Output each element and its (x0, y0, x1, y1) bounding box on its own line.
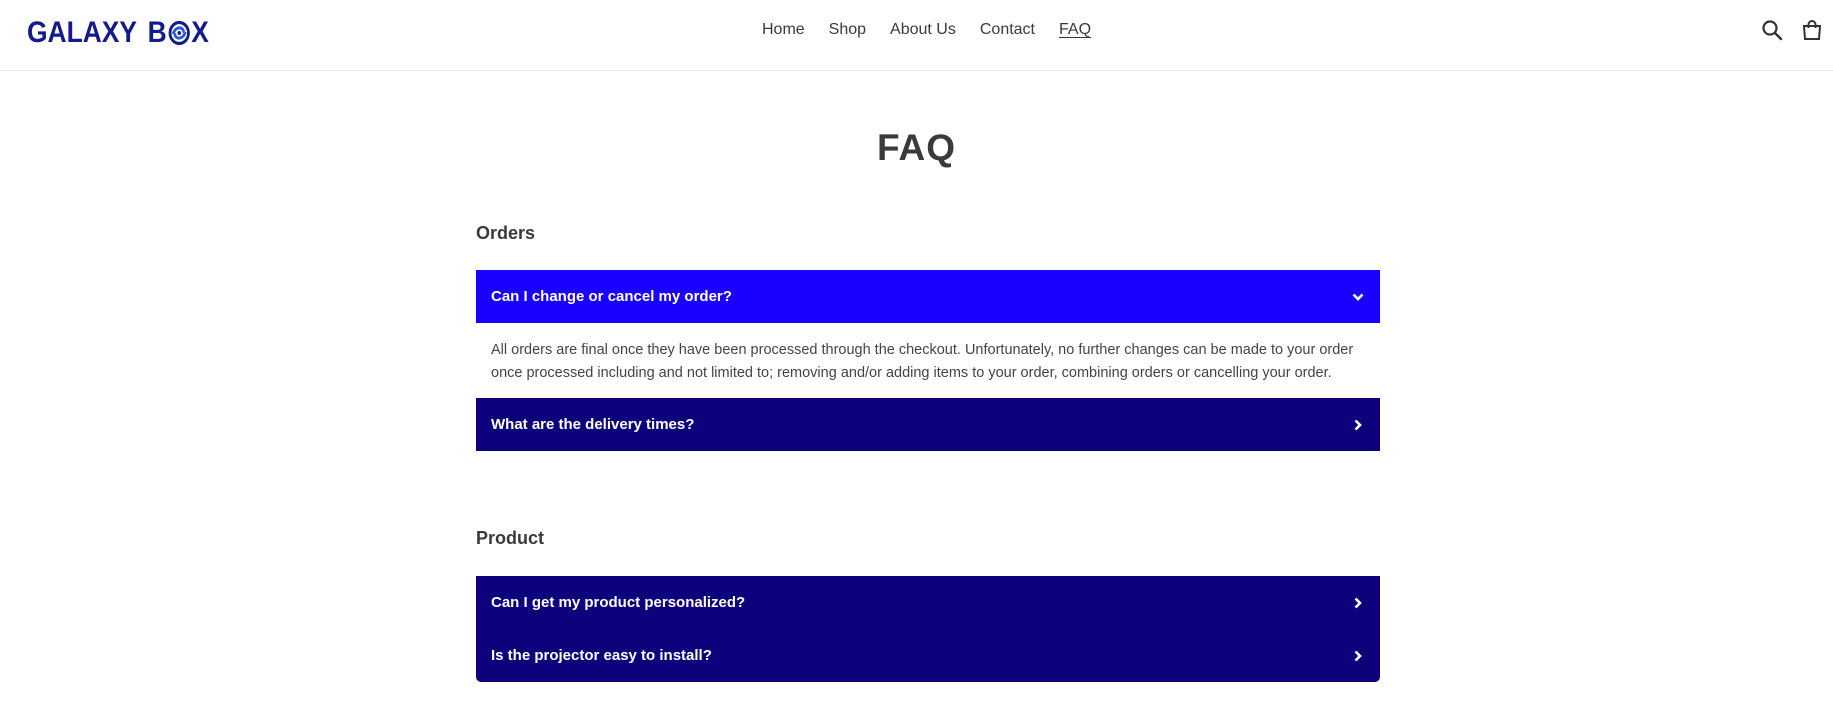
nav-about-us[interactable]: About Us (890, 21, 956, 39)
faq-question-label: Can I get my product personalized? (491, 594, 746, 611)
nav-shop[interactable]: Shop (829, 21, 866, 39)
faq-group-orders: Can I change or cancel my order? All ord… (476, 270, 1380, 451)
faq-question-change-cancel[interactable]: Can I change or cancel my order? (476, 270, 1380, 323)
chevron-right-icon (1354, 597, 1362, 608)
header-actions (1761, 19, 1823, 46)
search-icon[interactable] (1761, 19, 1783, 46)
section-title-orders: Orders (476, 223, 536, 243)
faq-question-delivery-times[interactable]: What are the delivery times? (476, 398, 1380, 451)
faq-question-label: What are the delivery times? (491, 416, 695, 433)
nav-contact[interactable]: Contact (980, 21, 1035, 39)
nav-home[interactable]: Home (762, 21, 805, 39)
chevron-right-icon (1354, 419, 1362, 430)
faq-question-label: Is the projector easy to install? (491, 647, 712, 664)
chevron-down-icon (1352, 293, 1364, 301)
section-title-product: Product (476, 528, 545, 548)
faq-question-label: Can I change or cancel my order? (491, 288, 732, 305)
cart-icon[interactable] (1801, 19, 1823, 46)
chevron-right-icon (1354, 650, 1362, 661)
faq-question-personalized[interactable]: Can I get my product personalized? (476, 576, 1380, 629)
page-title: FAQ (876, 127, 957, 168)
faq-question-projector-install[interactable]: Is the projector easy to install? (476, 629, 1380, 682)
faq-answer-change-cancel: All orders are final once they have been… (491, 342, 1354, 381)
nav-faq[interactable]: FAQ (1059, 21, 1091, 39)
main-nav: Home Shop About Us Contact FAQ (0, 21, 1833, 39)
site-header: GALAXY B X Home Shop About Us Contact FA… (0, 0, 1833, 71)
faq-group-product: Can I get my product personalized? Is th… (476, 576, 1380, 682)
